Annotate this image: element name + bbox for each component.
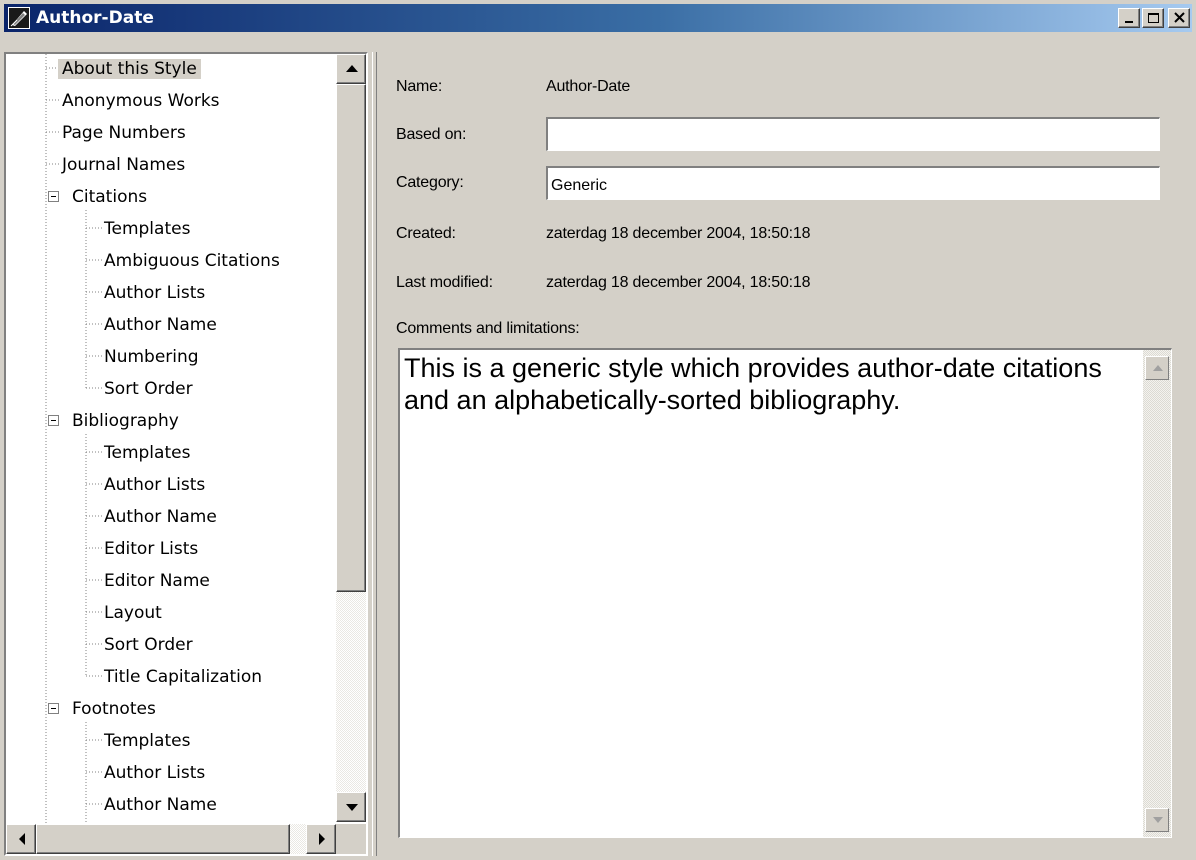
style-window: Author-Date About this Style Anonymous W…	[0, 0, 1196, 860]
scroll-corner	[336, 824, 366, 854]
tree-vertical-scrollbar[interactable]	[336, 54, 366, 822]
tree-item-label: Numbering	[104, 347, 199, 367]
created-value: zaterdag 18 december 2004, 18:50:18	[546, 225, 811, 242]
tree-item[interactable]: Footnotes	[48, 694, 156, 724]
tree-item[interactable]: Sort Order	[104, 630, 193, 660]
minimize-button[interactable]	[1118, 8, 1140, 28]
arrow-down-icon	[1153, 817, 1163, 823]
close-icon	[1174, 12, 1185, 23]
tree-item[interactable]: Author Lists	[104, 470, 205, 500]
scroll-up-button[interactable]	[336, 54, 366, 84]
tree-item-label: Sort Order	[104, 635, 193, 655]
arrow-up-icon	[1153, 365, 1163, 371]
name-label: Name:	[396, 78, 443, 95]
tree-item-label: Editor Name	[104, 571, 210, 591]
tree-item-label: Bibliography	[72, 411, 179, 431]
tree-item[interactable]: Templates	[104, 726, 190, 756]
tree-item[interactable]: Author Name	[104, 310, 217, 340]
tree-item[interactable]: Author Name	[104, 790, 217, 820]
tree-item-label: Page Numbers	[62, 123, 186, 143]
name-value: Author-Date	[546, 78, 631, 95]
tree-item-label: Templates	[104, 219, 191, 239]
tree-item[interactable]: Bibliography	[48, 406, 179, 436]
tree-item[interactable]: About this Style	[58, 54, 201, 84]
collapse-icon[interactable]	[48, 191, 59, 202]
last-modified-value: zaterdag 18 december 2004, 18:50:18	[546, 274, 811, 291]
tree-item[interactable]: Editor Lists	[104, 534, 198, 564]
created-label: Created:	[396, 225, 456, 242]
style-details-panel: Name: Author-Date Based on: Category: Cr…	[378, 52, 1192, 856]
based-on-field[interactable]	[546, 117, 1160, 151]
tree-item[interactable]: Anonymous Works	[62, 86, 220, 116]
tree-item[interactable]: Author Lists	[104, 758, 205, 788]
comments-text[interactable]: This is a generic style which provides a…	[404, 352, 1124, 416]
category-field[interactable]	[546, 166, 1160, 200]
based-on-label: Based on:	[396, 126, 467, 143]
tree-horizontal-scrollbar[interactable]	[6, 824, 336, 854]
tree-item-label: Title Capitalization	[104, 667, 263, 687]
tree-item-label: Author Lists	[104, 475, 206, 495]
last-modified-label: Last modified:	[396, 274, 493, 291]
style-icon[interactable]	[8, 7, 30, 29]
style-tree[interactable]: About this Style Anonymous Works Page Numb…	[4, 52, 368, 856]
tree-item-label: Editor Lists	[104, 539, 199, 559]
tree-item-label: Ambiguous Citations	[104, 251, 280, 271]
close-button[interactable]	[1168, 8, 1190, 28]
tree-hscroll-thumb[interactable]	[36, 824, 290, 854]
tree-item-label: Author Name	[104, 315, 217, 335]
tree-item[interactable]: Journal Names	[62, 150, 185, 180]
arrow-right-icon	[319, 833, 325, 845]
arrow-up-icon	[346, 65, 358, 72]
tree-item-label: Author Name	[104, 507, 217, 527]
tree-item-label: Author Lists	[104, 283, 206, 303]
maximize-button[interactable]	[1142, 8, 1164, 28]
minimize-icon	[1125, 21, 1133, 23]
tree-item[interactable]: Author Lists	[104, 278, 205, 308]
tree-item[interactable]: Ambiguous Citations	[104, 246, 280, 276]
tree-item[interactable]: Sort Order	[104, 374, 193, 404]
collapse-icon[interactable]	[48, 415, 59, 426]
arrow-left-icon	[19, 833, 25, 845]
scroll-right-button[interactable]	[306, 824, 336, 854]
tree-item-label: Author Lists	[104, 763, 206, 783]
arrow-down-icon	[346, 804, 358, 811]
window-title: Author-Date	[36, 8, 154, 28]
title-bar[interactable]: Author-Date	[4, 4, 1192, 32]
tree-item-label: Layout	[104, 603, 162, 623]
tree-item[interactable]: Layout	[104, 598, 162, 628]
scroll-down-button[interactable]	[336, 792, 366, 822]
pane-splitter[interactable]	[372, 52, 377, 856]
comments-scroll-up-button[interactable]	[1145, 356, 1169, 380]
tree-item-label: About this Style	[58, 59, 201, 79]
tree-item[interactable]: Numbering	[104, 342, 199, 372]
tree-scroll-thumb[interactable]	[336, 84, 366, 592]
category-label: Category:	[396, 174, 464, 191]
comments-textarea[interactable]: This is a generic style which provides a…	[398, 348, 1172, 838]
tree-item[interactable]: Page Numbers	[62, 118, 186, 148]
collapse-icon[interactable]	[48, 703, 59, 714]
tree-item[interactable]: Citations	[48, 182, 148, 212]
tree-item-label: Sort Order	[104, 379, 193, 399]
tree-item-label: Footnotes	[72, 699, 156, 719]
tree-item[interactable]: Editor Name	[104, 566, 210, 596]
comments-scroll-down-button[interactable]	[1145, 808, 1169, 832]
comments-label: Comments and limitations:	[396, 320, 580, 337]
tree-item[interactable]: Templates	[104, 438, 190, 468]
tree-item-label: Anonymous Works	[62, 91, 220, 111]
tree-item-label: Journal Names	[62, 155, 186, 175]
tree-item-label: Templates	[104, 443, 191, 463]
tree-item-label: Author Name	[104, 795, 217, 815]
tree-item[interactable]: Author Name	[104, 502, 217, 532]
tree-item-label: Templates	[104, 731, 191, 751]
scroll-left-button[interactable]	[6, 824, 36, 854]
tree-item-label: Citations	[72, 187, 148, 207]
tree-item[interactable]: Title Capitalization	[104, 662, 262, 692]
tree-item[interactable]: Templates	[104, 214, 190, 244]
maximize-icon	[1148, 13, 1159, 23]
comments-scrollbar[interactable]	[1143, 350, 1171, 837]
